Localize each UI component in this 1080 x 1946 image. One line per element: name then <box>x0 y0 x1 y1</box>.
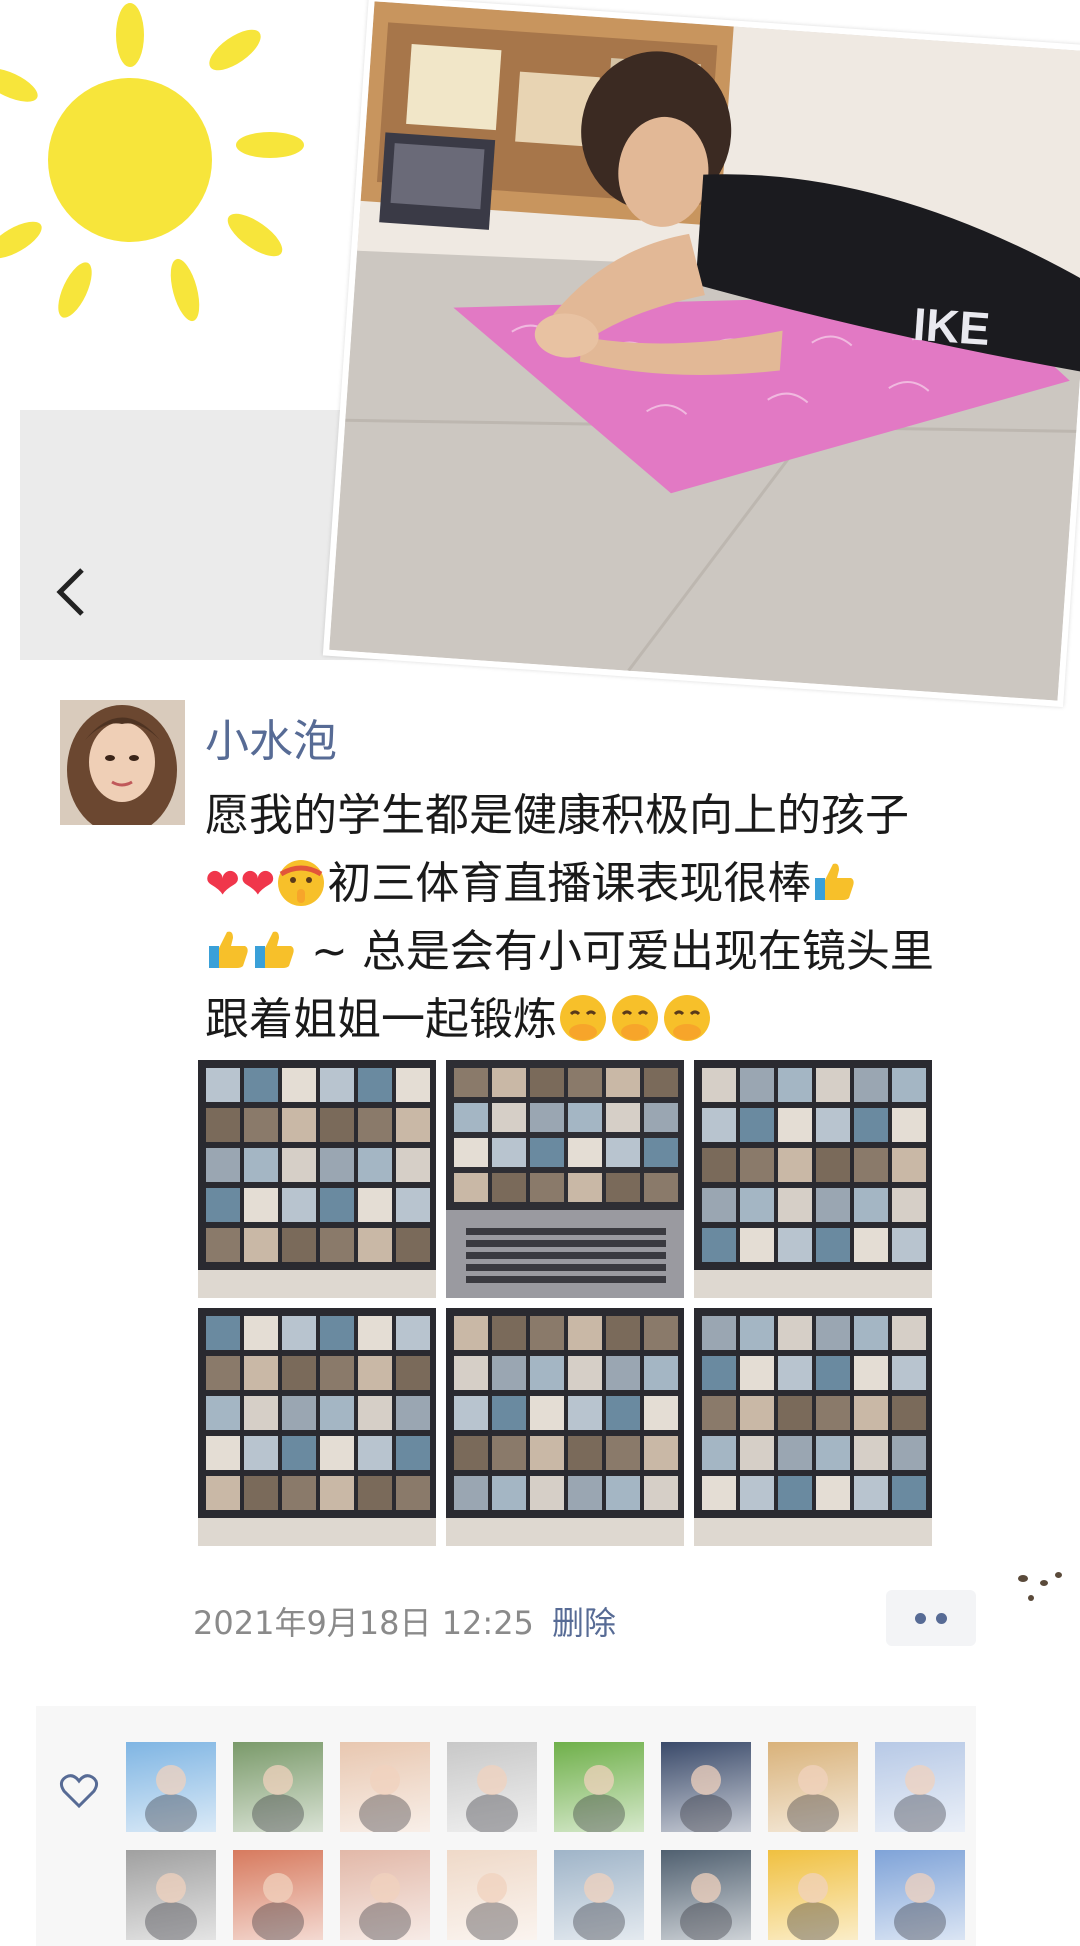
photo-thumbnail[interactable] <box>198 1308 436 1546</box>
post-timestamp: 2021年9月18日 12:25 <box>193 1604 534 1642</box>
photo-grid <box>198 1060 938 1560</box>
thumbs-up-emoji-icon <box>255 931 294 968</box>
like-avatar[interactable] <box>554 1742 644 1832</box>
like-avatar[interactable] <box>875 1742 965 1832</box>
decorative-speck <box>1055 1572 1062 1578</box>
like-avatar[interactable] <box>554 1850 644 1940</box>
like-avatar[interactable] <box>768 1742 858 1832</box>
chevron-left-icon <box>56 568 84 616</box>
post-text: 愿我的学生都是健康积极向上的孩子 ❤❤ 初三体育直播课表现很棒 ~ 总是会有小可… <box>205 782 995 1054</box>
post-text-line-1: 愿我的学生都是健康积极向上的孩子 <box>205 790 909 841</box>
like-avatar[interactable] <box>233 1742 323 1832</box>
more-dot-icon <box>936 1612 947 1624</box>
like-avatar[interactable] <box>126 1850 216 1940</box>
like-avatar[interactable] <box>768 1850 858 1940</box>
back-button[interactable] <box>48 562 98 622</box>
like-avatar[interactable] <box>126 1742 216 1832</box>
delete-button[interactable]: 删除 <box>552 1598 616 1644</box>
hand-over-mouth-emoji-icon <box>664 995 710 1041</box>
like-avatar[interactable] <box>233 1850 323 1940</box>
decorative-speck <box>1028 1595 1034 1601</box>
shirt-logo-text: IKE <box>912 298 992 355</box>
more-dot-icon <box>915 1612 926 1624</box>
post-text-line-2: 初三体育直播课表现很棒 <box>327 858 812 909</box>
photo-thumbnail[interactable] <box>446 1308 684 1546</box>
like-avatar[interactable] <box>340 1742 430 1832</box>
avatar[interactable] <box>60 700 185 825</box>
decorative-speck <box>1040 1580 1048 1586</box>
heart-emoji-icon: ❤ <box>240 859 276 908</box>
photo-thumbnail[interactable] <box>198 1060 436 1298</box>
like-avatar[interactable] <box>661 1850 751 1940</box>
cover-photo[interactable]: IKE <box>322 0 1080 708</box>
photo-thumbnail[interactable] <box>694 1308 932 1546</box>
like-avatar[interactable] <box>340 1850 430 1940</box>
heart-outline-icon <box>59 1774 99 1809</box>
post-text-line-3: ~ 总是会有小可爱出现在镜头里 <box>311 926 934 977</box>
like-avatar[interactable] <box>875 1850 965 1940</box>
like-avatar[interactable] <box>447 1850 537 1940</box>
thumbs-up-emoji-icon <box>209 931 248 968</box>
like-avatar[interactable] <box>661 1742 751 1832</box>
thumbs-up-emoji-icon <box>815 863 855 900</box>
photo-thumbnail[interactable] <box>694 1060 932 1298</box>
heart-emoji-icon: ❤ <box>205 859 241 908</box>
photo-thumbnail[interactable] <box>446 1060 684 1298</box>
hand-over-mouth-emoji-icon <box>612 995 658 1041</box>
hand-over-mouth-emoji-icon <box>560 995 606 1041</box>
username[interactable]: 小水泡 <box>205 705 337 769</box>
more-options-button[interactable] <box>886 1590 976 1646</box>
post-text-line-4: 跟着姐姐一起锻炼 <box>205 994 557 1045</box>
sun-illustration <box>0 3 304 322</box>
shushing-face-emoji-icon <box>278 860 325 906</box>
decorative-speck <box>1018 1575 1028 1582</box>
like-avatar[interactable] <box>447 1742 537 1832</box>
